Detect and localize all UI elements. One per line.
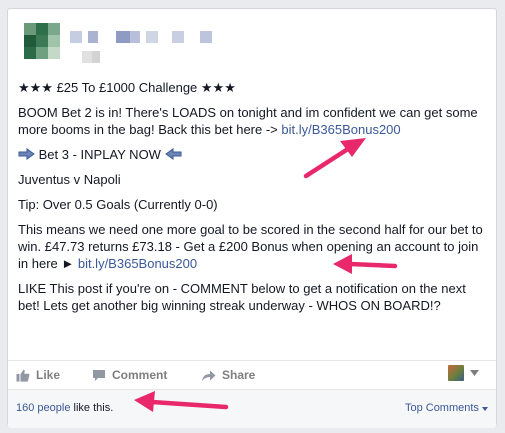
bet-heading: Bet 3 - INPLAY NOW [18, 146, 488, 163]
chevron-down-icon [470, 370, 479, 376]
match-line: Juventus v Napoli [18, 172, 121, 187]
arrow-left-icon [164, 148, 182, 160]
page-avatar-small [448, 365, 464, 381]
arrow-right-icon [18, 148, 35, 160]
top-comments-dropdown[interactable]: Top Comments [405, 402, 488, 414]
post-title: ★★★ £25 To £1000 Challenge ★★★ [18, 80, 236, 95]
thumbs-up-icon [16, 369, 30, 382]
tip-line: Tip: Over 0.5 Goals (Currently 0-0) [18, 197, 218, 212]
share-as-selector[interactable] [448, 365, 479, 381]
likes-count-link[interactable]: 160 people [16, 402, 70, 414]
bonus-link-1[interactable]: bit.ly/B365Bonus200 [281, 122, 400, 137]
like-button[interactable]: Like [16, 368, 60, 382]
chevron-down-icon [482, 407, 488, 411]
bonus-link-2[interactable]: bit.ly/B365Bonus200 [78, 256, 197, 271]
avatar[interactable] [24, 23, 60, 59]
likes-summary: 160 people like this. [16, 402, 114, 414]
post-paragraph-2: This means we need one more goal to be s… [18, 222, 483, 271]
post-body: ★★★ £25 To £1000 Challenge ★★★ BOOM Bet … [18, 79, 488, 322]
post-actions: Like Comment Share [8, 360, 496, 389]
post-paragraph-3: LIKE This post if you're on - COMMENT be… [18, 281, 466, 313]
post-footer: 160 people like this. Top Comments [8, 389, 496, 428]
post-paragraph-1: BOOM Bet 2 is in! There's LOADS on tonig… [18, 105, 478, 137]
comment-button[interactable]: Comment [92, 368, 167, 382]
post-card: ★★★ £25 To £1000 Challenge ★★★ BOOM Bet … [7, 8, 497, 428]
share-arrow-icon [202, 370, 216, 381]
share-button[interactable]: Share [201, 368, 255, 382]
speech-bubble-icon [93, 369, 105, 381]
